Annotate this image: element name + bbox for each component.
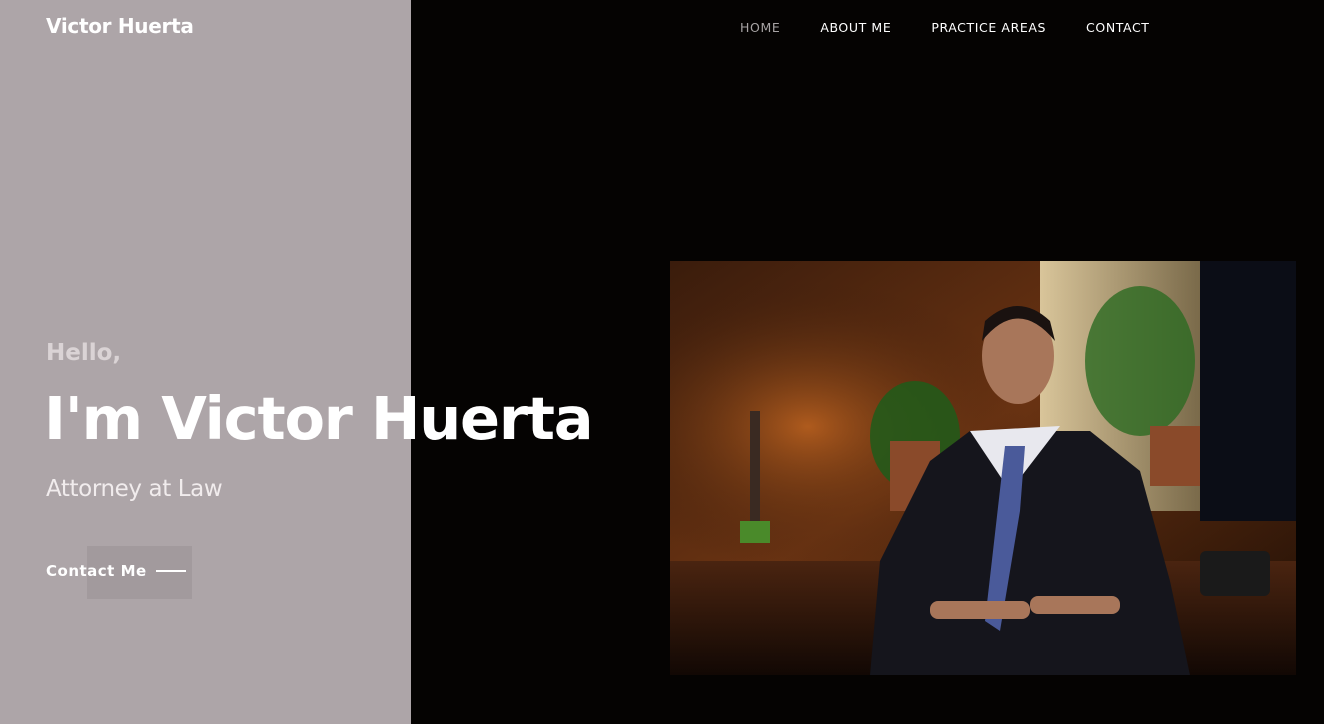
nav-item-practice-areas[interactable]: PRACTICE AREAS (931, 20, 1046, 35)
contact-me-button[interactable]: Contact Me (46, 562, 186, 580)
attorney-portrait-photo (670, 261, 1296, 675)
nav-item-home[interactable]: HOME (740, 20, 780, 35)
site-logo[interactable]: Victor Huerta (46, 14, 194, 38)
hero-greeting: Hello, (46, 340, 122, 366)
contact-me-label: Contact Me (46, 562, 147, 580)
nav-item-about-me[interactable]: ABOUT ME (820, 20, 891, 35)
hero-name-heading: I'm Victor Huerta (44, 384, 594, 453)
hero-role: Attorney at Law (46, 476, 223, 502)
page: Victor Huerta HOME ABOUT ME PRACTICE ARE… (0, 0, 1324, 724)
arrow-line-icon (155, 570, 186, 572)
main-nav: HOME ABOUT ME PRACTICE AREAS CONTACT (740, 20, 1190, 35)
nav-item-contact[interactable]: CONTACT (1086, 20, 1149, 35)
